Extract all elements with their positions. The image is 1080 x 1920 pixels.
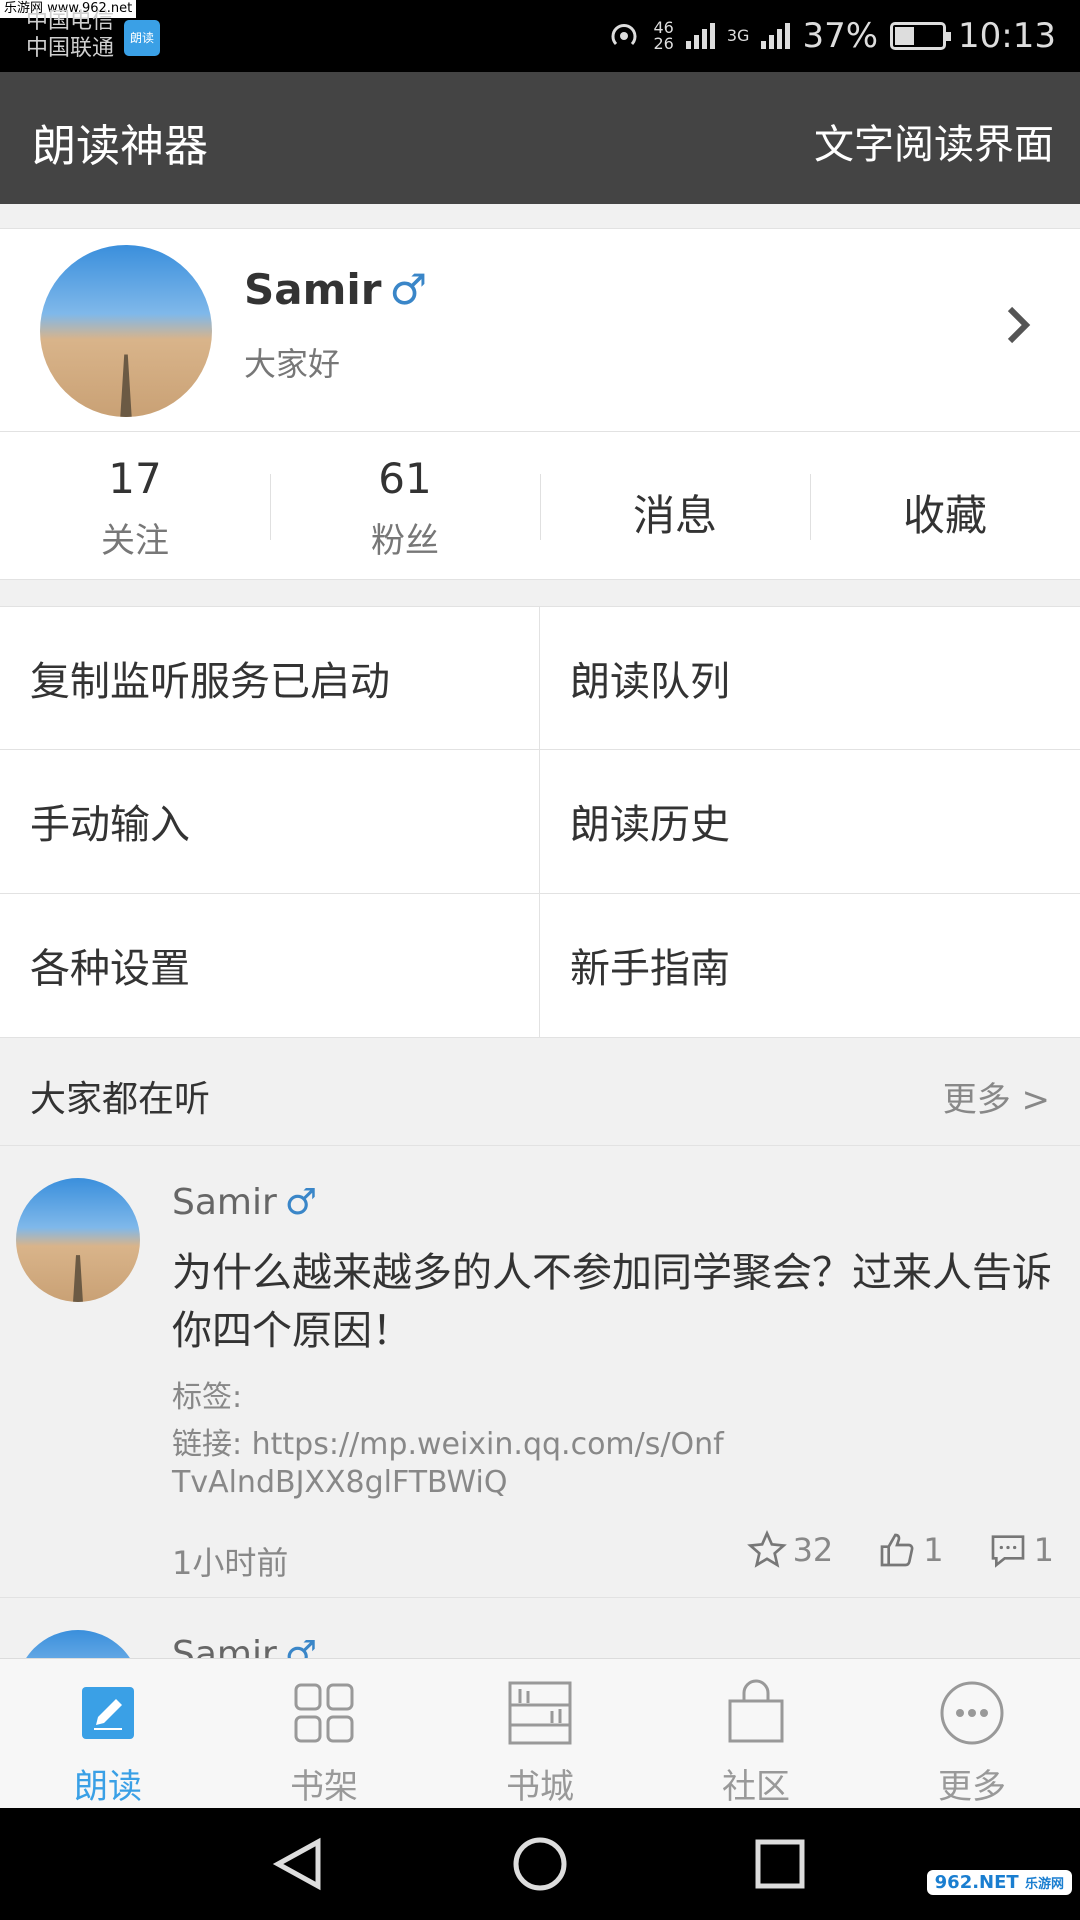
menu-manual-input[interactable]: 手动输入 — [0, 750, 540, 894]
post-author-name: Samir — [172, 1182, 277, 1223]
post-time: 1小时前 — [172, 1544, 289, 1582]
status-bar: 乐游网 www.962.net 中国电信 中国联通 朗读 46 26 3G 37… — [0, 0, 1080, 72]
bookstore-icon — [508, 1681, 572, 1745]
carrier-1: 中国电信 — [26, 9, 115, 34]
more-icon — [940, 1681, 1004, 1745]
tab-bookstore[interactable]: 书城 — [432, 1659, 648, 1808]
fans-stat[interactable]: 61 粉丝 — [270, 432, 540, 579]
notification-app-icon: 朗读 — [124, 20, 160, 56]
post-avatar[interactable] — [16, 1630, 140, 1658]
watermark-logo: 962.NET 乐游网 — [926, 1870, 1072, 1895]
comment-count: 1 — [1033, 1531, 1054, 1569]
star-count: 32 — [792, 1531, 834, 1569]
following-count: 17 — [108, 454, 162, 503]
post-author: Samir ♂ — [172, 1634, 317, 1658]
tab-community-label: 社区 — [722, 1767, 790, 1807]
menu-copy-monitor[interactable]: 复制监听服务已启动 — [0, 607, 540, 751]
more-link[interactable]: 更多 > — [943, 1072, 1050, 1121]
star-icon — [746, 1530, 787, 1568]
app-title: 朗读神器 — [32, 121, 208, 172]
profile-stats: 17 关注 61 粉丝 消息 收藏 — [0, 432, 1080, 580]
profile-bio: 大家好 — [244, 345, 341, 383]
male-icon: ♂ — [389, 265, 428, 314]
feed-post-partial[interactable]: Samir ♂ — [0, 1598, 1080, 1658]
app-bar: 朗读神器 文字阅读界面 — [0, 72, 1080, 204]
comment-button[interactable]: 1 — [988, 1530, 1054, 1570]
edit-icon — [82, 1687, 134, 1739]
status-indicators: 46 26 3G 37% 10:13 — [606, 0, 1056, 72]
battery-percent: 37% — [802, 16, 879, 56]
favorites-label: 收藏 — [902, 491, 987, 540]
tab-bookshelf[interactable]: 书架 — [216, 1659, 432, 1808]
messages-label: 消息 — [632, 491, 717, 540]
post-avatar[interactable] — [16, 1178, 140, 1302]
like-count: 1 — [923, 1531, 944, 1569]
brand-net: .NET — [972, 1872, 1019, 1893]
favorites-button[interactable]: 收藏 — [810, 432, 1080, 579]
brand-num: 962 — [934, 1872, 973, 1893]
signal-bars-1-icon — [685, 23, 715, 49]
bag-icon — [728, 1679, 784, 1743]
post-tags: 标签: — [172, 1380, 243, 1415]
signal-bars-2-icon — [761, 23, 791, 49]
section-title: 大家都在听 — [30, 1079, 211, 1120]
tab-read[interactable]: 朗读 — [0, 1659, 216, 1808]
chevron-right-icon[interactable] — [1004, 297, 1034, 360]
network-type: 46 26 — [654, 20, 674, 52]
fans-label: 粉丝 — [371, 521, 439, 561]
grid-icon — [294, 1683, 354, 1743]
star-button[interactable]: 32 — [746, 1530, 834, 1570]
carrier-info: 中国电信 中国联通 — [26, 8, 114, 62]
network-3g: 3G — [726, 26, 750, 45]
section-header: 大家都在听 更多 > — [0, 1038, 1080, 1146]
post-author-name: Samir — [172, 1634, 277, 1658]
male-icon: ♂ — [284, 1634, 318, 1658]
home-icon[interactable] — [470, 1808, 610, 1920]
bottom-tab-bar: 朗读 书架 书城 社区 更多 — [0, 1658, 1080, 1808]
text-reading-view-button[interactable]: 文字阅读界面 — [814, 112, 1054, 170]
carrier-2: 中国联通 — [26, 36, 115, 61]
tab-community[interactable]: 社区 — [648, 1659, 864, 1808]
following-stat[interactable]: 17 关注 — [0, 432, 270, 579]
tab-more[interactable]: 更多 — [864, 1659, 1080, 1808]
post-author: Samir ♂ — [172, 1182, 317, 1223]
battery-icon — [890, 22, 952, 50]
feature-menu: 复制监听服务已启动 朗读队列 手动输入 朗读历史 各种设置 新手指南 — [0, 606, 1080, 1038]
profile-username: Samir ♂ — [244, 265, 427, 314]
clock: 10:13 — [958, 16, 1056, 56]
menu-beginner-guide[interactable]: 新手指南 — [540, 894, 1080, 1037]
tab-bookshelf-label: 书架 — [290, 1767, 358, 1807]
post-actions: 32 1 1 — [746, 1530, 1054, 1570]
menu-settings[interactable]: 各种设置 — [0, 893, 540, 1037]
recent-apps-icon[interactable] — [710, 1808, 850, 1920]
username-text: Samir — [244, 265, 382, 314]
profile-card[interactable]: Samir ♂ 大家好 — [0, 228, 1080, 432]
post-title: 为什么越来越多的人不参加同学聚会？过来人告诉你四个原因！ — [172, 1250, 1052, 1354]
system-nav-bar: 962.NET 乐游网 — [0, 1808, 1080, 1920]
hotspot-icon — [611, 24, 636, 46]
post-link[interactable]: 链接: https://mp.weixin.qq.com/s/OnfTvAlnd… — [172, 1426, 732, 1502]
fans-count: 61 — [378, 454, 432, 503]
menu-reading-history[interactable]: 朗读历史 — [540, 750, 1080, 894]
tab-read-label: 朗读 — [74, 1767, 142, 1807]
avatar[interactable] — [40, 245, 212, 417]
following-label: 关注 — [101, 521, 169, 561]
network-type-bottom: 26 — [653, 34, 674, 53]
brand-sub: 乐游网 — [1024, 1877, 1064, 1892]
male-icon: ♂ — [284, 1182, 318, 1223]
tab-more-label: 更多 — [938, 1767, 1006, 1807]
thumbs-up-icon — [880, 1533, 914, 1567]
messages-button[interactable]: 消息 — [540, 432, 810, 579]
tab-bookstore-label: 书城 — [506, 1767, 574, 1807]
feed-post[interactable]: Samir ♂ 为什么越来越多的人不参加同学聚会？过来人告诉你四个原因！ 标签: … — [0, 1146, 1080, 1598]
menu-reading-queue[interactable]: 朗读队列 — [540, 607, 1080, 751]
back-icon[interactable] — [230, 1808, 370, 1920]
comment-icon — [991, 1535, 1024, 1568]
like-button[interactable]: 1 — [877, 1530, 944, 1570]
